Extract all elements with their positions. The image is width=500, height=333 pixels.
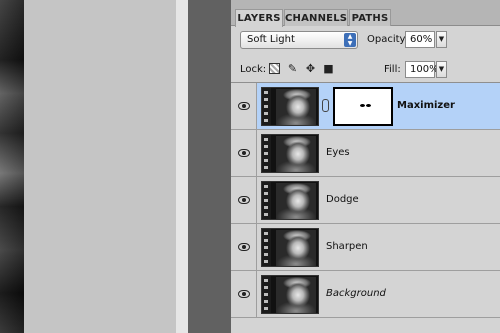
chevron-updown-icon: ▲ ▼ (344, 33, 356, 47)
visibility-toggle[interactable] (231, 271, 257, 317)
fill-dropdown-button[interactable]: ▼ (436, 61, 447, 78)
visibility-toggle[interactable] (231, 130, 257, 176)
tab-paths[interactable]: PATHS (349, 9, 391, 26)
visibility-toggle[interactable] (231, 177, 257, 223)
layer-name: Dodge (326, 194, 359, 205)
tab-channels[interactable]: CHANNELS (284, 9, 348, 26)
lock-transparent-icon[interactable] (269, 63, 280, 74)
eye-icon (238, 243, 250, 251)
tab-layers[interactable]: LAYERS (235, 9, 283, 27)
eye-icon (238, 290, 250, 298)
eye-icon (238, 149, 250, 157)
layer-name: Eyes (326, 147, 350, 158)
layer-thumbnail (261, 181, 319, 220)
visibility-toggle[interactable] (231, 224, 257, 270)
layer-mask-thumbnail[interactable] (333, 87, 393, 126)
layer-row-maximizer[interactable]: Maximizer (231, 83, 500, 130)
layer-name: Sharpen (326, 241, 368, 252)
layer-name: Background (326, 288, 386, 299)
opacity-input[interactable]: 60% (405, 31, 435, 48)
workspace-background (188, 0, 231, 333)
fill-label: Fill: (384, 64, 401, 75)
fill-input[interactable]: 100% (405, 61, 439, 78)
panel-tab-bar: LAYERS CHANNELS PATHS (231, 0, 500, 27)
layer-thumbnail (261, 134, 319, 173)
chain-link-icon[interactable] (322, 99, 329, 112)
opacity-label: Opacity: (367, 34, 409, 45)
lock-position-icon[interactable]: ✥ (305, 63, 316, 74)
visibility-toggle[interactable] (231, 83, 257, 129)
lock-image-icon[interactable]: ✎ (287, 63, 298, 74)
layer-thumbnail (261, 275, 319, 314)
eye-icon (238, 196, 250, 204)
blend-mode-select[interactable]: Soft Light ▲ ▼ (240, 31, 358, 49)
layer-row-eyes[interactable]: Eyes (231, 130, 500, 177)
layer-name: Maximizer (397, 100, 455, 111)
pasteboard-edge (176, 0, 188, 333)
eye-icon (238, 102, 250, 110)
layer-row-sharpen[interactable]: Sharpen (231, 224, 500, 271)
lock-all-icon[interactable]: ■ (323, 63, 334, 74)
layer-thumbnail (261, 228, 319, 267)
pasteboard (24, 0, 176, 333)
layers-panel: LAYERS CHANNELS PATHS Soft Light ▲ ▼ Opac… (231, 0, 500, 333)
blend-mode-value: Soft Light (247, 34, 295, 45)
layer-row-background[interactable]: Background (231, 271, 500, 318)
opacity-dropdown-button[interactable]: ▼ (436, 31, 447, 48)
lock-label: Lock: (240, 64, 267, 75)
image-canvas[interactable] (0, 0, 24, 333)
layer-row-dodge[interactable]: Dodge (231, 177, 500, 224)
layer-thumbnail (261, 87, 319, 126)
layers-list: Maximizer Eyes Dodge Sharpen Background (231, 82, 500, 333)
